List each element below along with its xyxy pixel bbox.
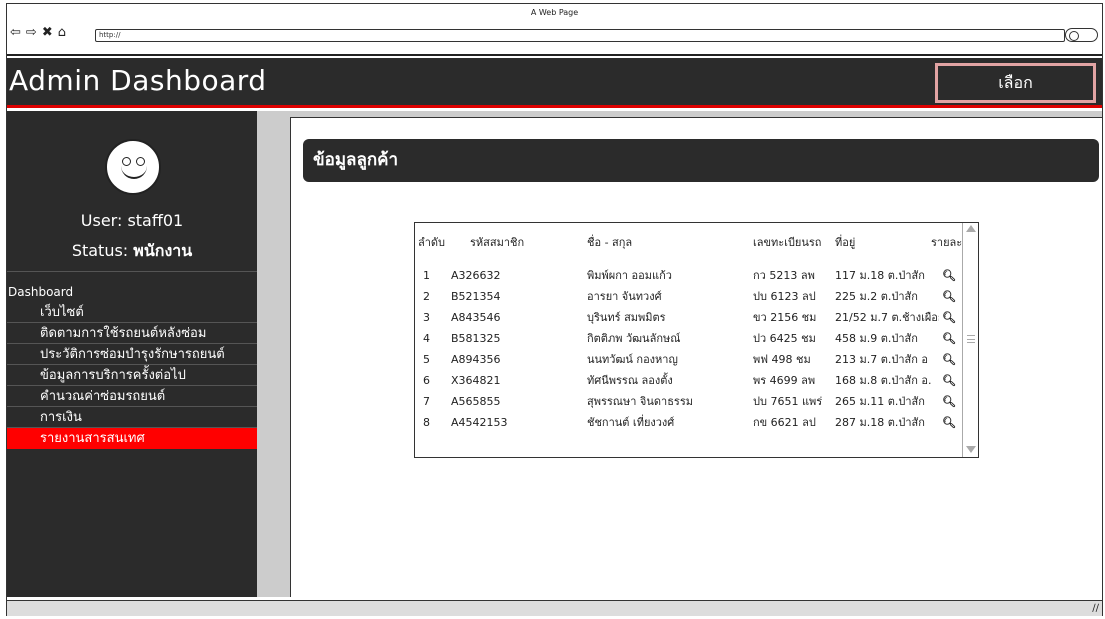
search-toggle-icon[interactable] [1065,28,1098,42]
sidebar-item-usage-tracking[interactable]: ติดตามการใช้รถยนต์หลังซ่อม [7,323,257,344]
sidebar-item-next-service[interactable]: ข้อมูลการบริการครั้งต่อไป [7,365,257,386]
header-name: ชื่อ - สกุล [587,236,633,249]
cell-address: 287 ม.18 ต.ป่าสัก [835,416,925,429]
cell-name: อารยา จันทวงศ์ [587,290,662,303]
cell-member-id: A843546 [451,311,501,324]
scroll-up-icon[interactable] [966,225,976,232]
browser-nav: ⇦ ⇨ ✖ ⌂ [10,26,68,40]
cell-no: 6 [423,374,430,387]
scroll-down-icon[interactable] [966,446,976,453]
table-row[interactable]: 8 A4542153 ชัชกานต์ เที่ยงวงศ์ กข 6621 ล… [415,412,963,433]
cell-plate: ปว 6425 ชม [753,332,816,345]
cell-member-id: A326632 [451,269,501,282]
header-detail: รายละเอียด [931,236,963,249]
resize-handle-icon[interactable]: ∕∕ [1092,603,1099,614]
sidebar: User: staff01 Status: พนักงาน Dashboard … [7,111,257,597]
cell-no: 4 [423,332,430,345]
cell-member-id: A565855 [451,395,501,408]
cell-plate: ปบ 6123 ลป [753,290,816,303]
cell-name: สุพรรณษา จินดาธรรม [587,395,693,408]
avatar [105,139,161,195]
user-label: User: [80,211,128,230]
cell-member-id: A894356 [451,353,501,366]
customer-table[interactable]: ลำดับ รหัสสมาชิก ชื่อ - สกุล เลขทะเบียนร… [414,222,979,458]
avatar-mouth [121,165,147,179]
cell-plate: กข 6621 ลป [753,416,816,429]
status-label: Status: [71,241,134,260]
browser-window: A Web Page ⇦ ⇨ ✖ ⌂ http:// Admin Dashboa… [6,3,1103,616]
sidebar-item-finance[interactable]: การเงิน [7,407,257,428]
cell-member-id: X364821 [451,374,501,387]
cell-no: 2 [423,290,430,303]
table-row[interactable]: 3 A843546 บุรินทร์ สมพมิตร ขว 2156 ชม 21… [415,307,963,328]
cell-no: 7 [423,395,430,408]
header-member-id: รหัสสมาชิก [470,236,525,249]
main-content: ข้อมูลลูกค้า ลำดับ รหัสสมาชิก ชื่อ - สกุ… [290,117,1102,597]
close-icon[interactable]: ✖ [42,26,55,40]
app-header: Admin Dashboard เลือก [7,58,1102,108]
back-arrow-icon[interactable]: ⇦ [10,26,23,40]
cell-name: นนทวัฒน์ กองหาญ [587,353,678,366]
header-address: ที่อยู่ [835,236,856,249]
cell-name: ทัศนีพรรณ ลองตั้ง [587,374,673,387]
user-name: staff01 [127,211,184,230]
page-title: Admin Dashboard [9,64,267,97]
cell-address: 265 ม.11 ต.ป่าสัก [835,395,925,408]
home-icon[interactable]: ⌂ [58,26,68,40]
table-header-row: ลำดับ รหัสสมาชิก ชื่อ - สกุล เลขทะเบียนร… [415,232,963,253]
cell-address: 458 ม.9 ต.ป่าสัก [835,332,918,345]
table-row[interactable]: 4 B581325 กิตติภพ วัฒนลักษณ์ ปว 6425 ชม … [415,328,963,349]
cell-name: พิมพ์ผกา ออมแก้ว [587,269,672,282]
status-info: Status: พนักงาน [7,239,257,264]
cell-no: 5 [423,353,430,366]
select-button[interactable]: เลือก [935,63,1096,103]
address-bar[interactable]: http:// [95,29,1065,42]
sidebar-menu: Dashboard เว็บไซต์ ติดตามการใช้รถยนต์หลั… [7,271,257,449]
cell-plate: พฟ 498 ชม [753,353,811,366]
cell-member-id: A4542153 [451,416,508,429]
scroll-grip-icon[interactable] [967,335,975,343]
sidebar-item-repair-history[interactable]: ประวัติการซ่อมบำรุงรักษารถยนต์ [7,344,257,365]
sidebar-item-reports[interactable]: รายงานสารสนเทศ [7,428,257,449]
header-plate: เลขทะเบียนรถ [753,236,822,249]
cell-plate: ปบ 7651 แพร่ [753,395,823,408]
cell-member-id: B521354 [451,290,501,303]
table-scrollbar[interactable] [962,223,978,457]
user-info: User: staff01 [7,211,257,230]
cell-address: 21/52 ม.7 ต.ช้างเผือก [835,311,939,324]
sidebar-item-dashboard[interactable]: Dashboard [7,272,257,302]
cell-address: 168 ม.8 ต.ป่าสัก อ. [835,374,932,387]
status-value: พนักงาน [133,241,193,260]
table-row[interactable]: 2 B521354 อารยา จันทวงศ์ ปบ 6123 ลป 225 … [415,286,963,307]
cell-name: กิตติภพ วัฒนลักษณ์ [587,332,681,345]
window-title: A Web Page [530,8,579,17]
table-row[interactable]: 5 A894356 นนทวัฒน์ กองหาญ พฟ 498 ชม 213 … [415,349,963,370]
cell-address: 225 ม.2 ต.ป่าสัก [835,290,918,303]
table-row[interactable]: 7 A565855 สุพรรณษา จินดาธรรม ปบ 7651 แพร… [415,391,963,412]
cell-address: 117 ม.18 ต.ป่าสัก [835,269,925,282]
cell-no: 8 [423,416,430,429]
cell-name: ชัชกานต์ เที่ยงวงศ์ [587,416,675,429]
cell-plate: พร 4699 ลพ [753,374,816,387]
cell-address: 213 ม.7 ต.ป่าสัก อ [835,353,929,366]
table-row[interactable]: 6 X364821 ทัศนีพรรณ ลองตั้ง พร 4699 ลพ 1… [415,370,963,391]
cell-plate: ขว 2156 ชม [753,311,817,324]
status-bar: ∕∕ [7,600,1102,616]
sidebar-item-website[interactable]: เว็บไซต์ [7,302,257,323]
cell-no: 1 [423,269,430,282]
header-no: ลำดับ [418,236,446,249]
forward-arrow-icon[interactable]: ⇨ [26,26,39,40]
browser-chrome: A Web Page ⇦ ⇨ ✖ ⌂ http:// [7,4,1102,56]
sidebar-item-repair-cost[interactable]: คำนวณค่าซ่อมรถยนต์ [7,386,257,407]
cell-member-id: B581325 [451,332,501,345]
cell-no: 3 [423,311,430,324]
table-row[interactable]: 1 A326632 พิมพ์ผกา ออมแก้ว กว 5213 ลพ 11… [415,265,963,286]
cell-name: บุรินทร์ สมพมิตร [587,311,666,324]
section-title: ข้อมูลลูกค้า [303,139,1099,182]
cell-plate: กว 5213 ลพ [753,269,815,282]
